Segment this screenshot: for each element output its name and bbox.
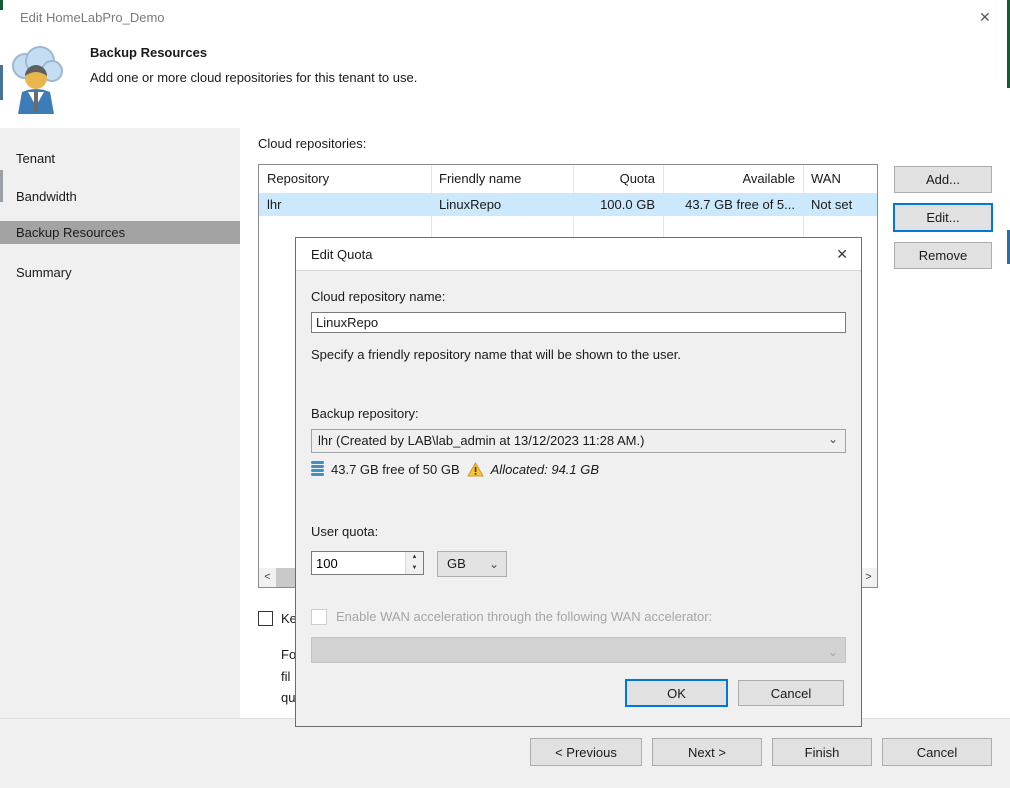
obscured-text-line2: fil bbox=[281, 669, 290, 684]
sidebar-item-summary[interactable]: Summary bbox=[0, 261, 240, 284]
column-header-friendly-name[interactable]: Friendly name bbox=[439, 165, 521, 193]
obscured-text-line1: Fo bbox=[281, 647, 296, 662]
wizard-header: Backup Resources Add one or more cloud r… bbox=[0, 30, 1010, 128]
cell-available: 43.7 GB free of 5... bbox=[663, 193, 795, 216]
quota-value-spinner[interactable]: ▲ ▼ bbox=[311, 551, 424, 575]
window-title: Edit HomeLabPro_Demo bbox=[20, 10, 165, 25]
wizard-window: Edit HomeLabPro_Demo ✕ Backup Resources … bbox=[0, 0, 1010, 788]
column-header-wan[interactable]: WAN bbox=[811, 165, 841, 193]
wizard-cancel-button[interactable]: Cancel bbox=[882, 738, 992, 766]
wizard-steps-sidebar: Tenant Bandwidth Backup Resources Summar… bbox=[0, 128, 240, 718]
cell-friendly-name: LinuxRepo bbox=[439, 193, 501, 216]
spinner-down-icon[interactable]: ▼ bbox=[406, 563, 423, 574]
table-row[interactable]: lhr LinuxRepo 100.0 GB 43.7 GB free of 5… bbox=[259, 193, 877, 216]
chevron-down-icon: ⌄ bbox=[489, 552, 499, 576]
repository-name-input[interactable] bbox=[311, 312, 846, 333]
user-quota-label: User quota: bbox=[311, 524, 378, 539]
remove-button[interactable]: Remove bbox=[894, 242, 992, 269]
wan-acceleration-checkbox bbox=[311, 609, 327, 625]
obscured-text-line3: qu bbox=[281, 690, 295, 705]
sidebar-item-bandwidth[interactable]: Bandwidth bbox=[0, 185, 240, 208]
wan-accelerator-select: ⌄ bbox=[311, 637, 846, 663]
wan-acceleration-label: Enable WAN acceleration through the foll… bbox=[336, 609, 712, 624]
column-header-available[interactable]: Available bbox=[663, 165, 795, 193]
cell-wan: Not set bbox=[811, 193, 852, 216]
add-button[interactable]: Add... bbox=[894, 166, 992, 193]
quota-value-input[interactable] bbox=[312, 552, 404, 574]
previous-button[interactable]: < Previous bbox=[530, 738, 642, 766]
scroll-left-icon[interactable]: < bbox=[259, 568, 276, 587]
background-window-edge bbox=[0, 65, 3, 100]
sidebar-item-tenant[interactable]: Tenant bbox=[0, 147, 240, 170]
edit-button[interactable]: Edit... bbox=[893, 203, 993, 232]
step-subtitle: Add one or more cloud repositories for t… bbox=[90, 70, 417, 85]
background-window-edge bbox=[0, 170, 3, 202]
spinner-up-icon[interactable]: ▲ bbox=[406, 552, 423, 563]
dialog-title: Edit Quota bbox=[311, 238, 372, 271]
backup-repository-label: Backup repository: bbox=[311, 406, 419, 421]
warning-icon bbox=[467, 462, 484, 477]
step-title: Backup Resources bbox=[90, 45, 207, 60]
repository-capacity-row: 43.7 GB free of 50 GB Allocated: 94.1 GB bbox=[311, 460, 599, 478]
dialog-titlebar: Edit Quota ✕ bbox=[296, 238, 861, 271]
cell-repository: lhr bbox=[267, 193, 281, 216]
column-header-quota[interactable]: Quota bbox=[573, 165, 655, 193]
dialog-close-icon[interactable]: ✕ bbox=[836, 238, 848, 271]
edit-quota-dialog: Edit Quota ✕ Cloud repository name: Spec… bbox=[295, 237, 862, 727]
finish-button[interactable]: Finish bbox=[772, 738, 872, 766]
wizard-footer: < Previous Next > Finish Cancel bbox=[0, 718, 1010, 788]
dialog-cancel-button[interactable]: Cancel bbox=[738, 680, 844, 706]
ok-button[interactable]: OK bbox=[625, 679, 728, 707]
allocated-text: Allocated: 94.1 GB bbox=[491, 462, 599, 477]
repository-name-hint: Specify a friendly repository name that … bbox=[311, 347, 681, 362]
column-header-repository[interactable]: Repository bbox=[267, 165, 329, 193]
cloud-repositories-label: Cloud repositories: bbox=[258, 136, 366, 151]
free-space-text: 43.7 GB free of 50 GB bbox=[331, 462, 460, 477]
sidebar-item-backup-resources[interactable]: Backup Resources bbox=[0, 221, 240, 244]
cell-quota: 100.0 GB bbox=[573, 193, 655, 216]
keep-deleted-files-checkbox[interactable] bbox=[258, 611, 273, 626]
background-window-edge bbox=[0, 0, 3, 10]
repository-name-label: Cloud repository name: bbox=[311, 289, 445, 304]
backup-repository-select[interactable]: lhr (Created by LAB\lab_admin at 13/12/2… bbox=[311, 429, 846, 453]
next-button[interactable]: Next > bbox=[652, 738, 762, 766]
tenant-cloud-user-icon bbox=[6, 44, 66, 122]
window-close-icon[interactable]: ✕ bbox=[979, 9, 991, 26]
database-icon bbox=[311, 461, 324, 477]
scroll-right-icon[interactable]: > bbox=[860, 568, 877, 587]
chevron-down-icon: ⌄ bbox=[828, 428, 838, 450]
quota-unit-select[interactable]: GB ⌄ bbox=[437, 551, 507, 577]
chevron-down-icon: ⌄ bbox=[828, 639, 838, 665]
